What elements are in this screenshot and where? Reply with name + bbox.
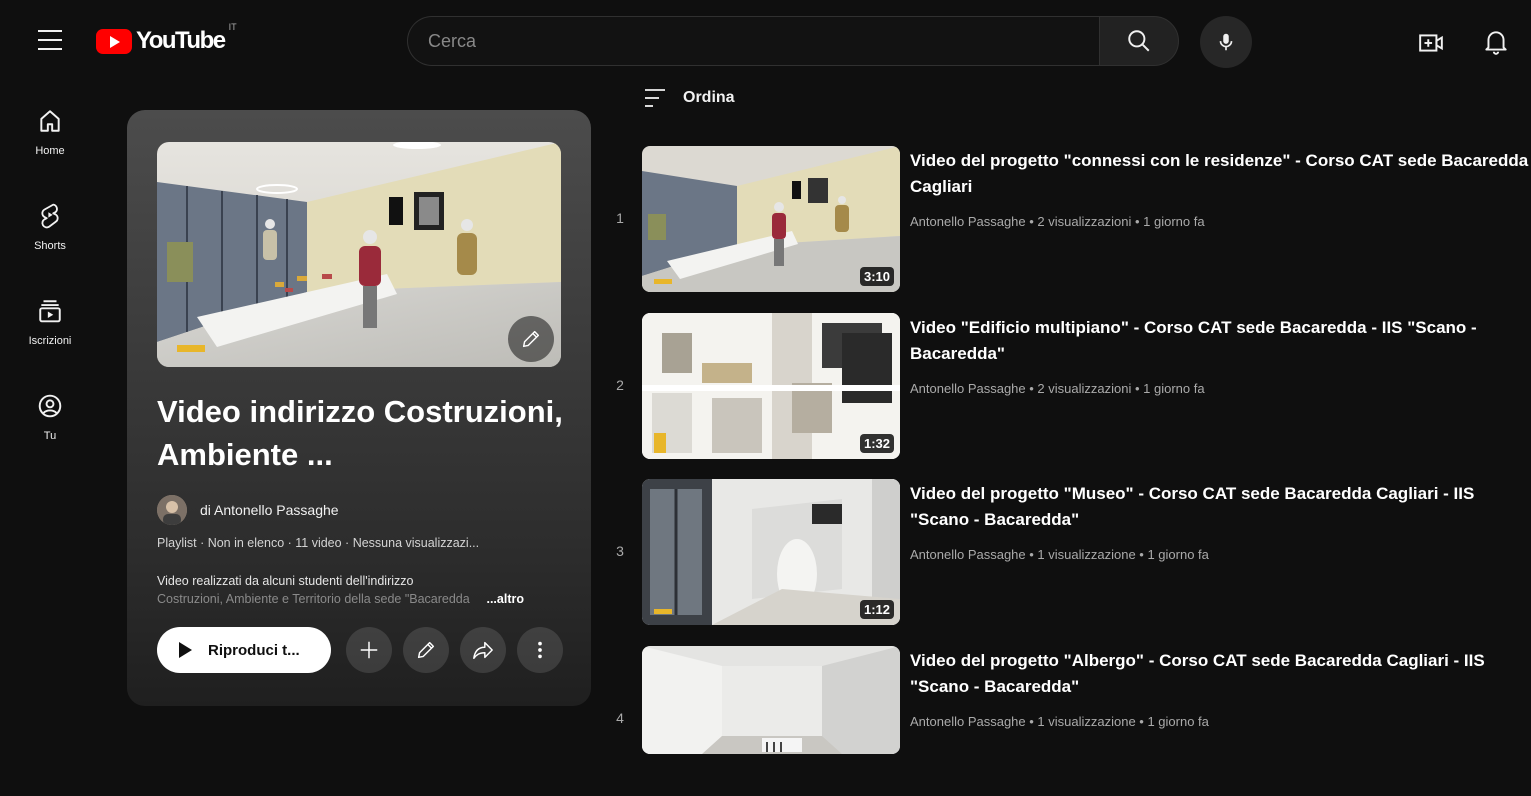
search-icon [1128,30,1150,52]
video-index: 2 [616,377,624,393]
plus-icon [360,641,378,659]
video-thumbnail-image [642,646,900,754]
subscriptions-icon [39,300,61,323]
video-title[interactable]: Video del progetto "connessi con le resi… [910,148,1531,200]
more-options-button[interactable] [517,627,563,673]
menu-icon[interactable] [38,30,62,50]
playlist-title: Video indirizzo Costruzioni, Ambiente ..… [157,394,563,472]
home-icon [40,110,60,132]
top-bar: YouTube IT [0,0,1531,86]
description-line: Costruzioni, Ambiente e Territorio della… [157,592,470,606]
sidebar-item-you[interactable]: Tu [0,393,100,442]
sidebar-item-home[interactable]: Home [0,108,100,157]
playlist-description[interactable]: Video realizzati da alcuni studenti dell… [157,572,562,608]
avatar [157,495,187,525]
youtube-play-logo-icon [96,28,132,54]
sidebar-item-label: Tu [43,430,57,442]
video-duration: 1:12 [859,600,894,619]
more-link[interactable]: ...altro [486,590,524,608]
play-all-button[interactable]: Riproduci t... [157,627,331,673]
video-index: 3 [616,543,624,559]
youtube-logo[interactable]: YouTube IT [96,22,237,55]
share-button[interactable] [460,627,506,673]
video-meta: Antonello Passaghe • 2 visualizzazioni •… [910,214,1205,229]
edit-playlist-button[interactable] [403,627,449,673]
logo-text: YouTube [136,27,226,54]
playlist-owner[interactable]: di Antonello Passaghe [157,495,339,525]
voice-search-button[interactable] [1200,16,1252,68]
playlist-video-row[interactable]: 3 1:12 Video del progetto "Museo" - Cors… [600,479,1531,629]
sidebar-item-shorts[interactable]: Shorts [0,203,100,252]
video-duration: 1:32 [859,434,894,453]
search-input[interactable] [407,16,1099,66]
search-button[interactable] [1099,16,1179,66]
video-thumbnail[interactable]: 3:10 [642,146,900,292]
playlist-thumbnail-image [157,142,561,367]
bell-icon [1485,31,1507,55]
sidebar-item-subscriptions[interactable]: Iscrizioni [0,298,100,347]
create-button[interactable] [1418,30,1444,56]
playlist-video-row[interactable]: 2 1:32 Video "Edificio multipiano" - Cor… [600,313,1531,463]
search-bar [407,16,1180,68]
add-videos-button[interactable] [346,627,392,673]
video-index: 1 [616,210,624,226]
microphone-icon [1219,33,1233,51]
sort-icon [645,89,665,107]
playlist-video-row[interactable]: 1 3:10 Video del progetto "connessi con … [600,146,1531,296]
play-icon [179,642,192,658]
playlist-video-row[interactable]: 4 Video del progetto "Albergo" - Corso C… [600,646,1531,796]
sidebar-item-label: Shorts [34,240,66,252]
notifications-button[interactable] [1483,28,1509,56]
sidebar-item-label: Home [35,145,65,157]
sort-label: Ordina [683,89,735,106]
you-icon [38,394,62,418]
video-thumbnail[interactable]: 1:32 [642,313,900,459]
sort-button[interactable]: Ordina [643,87,735,109]
video-meta: Antonello Passaghe • 2 visualizzazioni •… [910,381,1205,396]
video-meta: Antonello Passaghe • 1 visualizzazione •… [910,714,1209,729]
shorts-icon [41,203,59,229]
video-thumbnail[interactable] [642,646,900,754]
more-vertical-icon [538,641,542,659]
video-meta: Antonello Passaghe • 1 visualizzazione •… [910,547,1209,562]
play-all-label: Riproduci t... [208,641,300,659]
owner-name: di Antonello Passaghe [200,502,339,518]
video-title[interactable]: Video "Edificio multipiano" - Corso CAT … [910,315,1531,367]
playlist-meta: Playlist · Non in elenco · 11 video · Ne… [157,536,480,550]
create-video-icon [1419,34,1443,52]
pencil-icon [417,641,435,659]
video-duration: 3:10 [859,267,894,286]
playlist-header-card: Video indirizzo Costruzioni, Ambiente ..… [127,110,591,706]
video-index: 4 [616,710,624,726]
video-title[interactable]: Video del progetto "Albergo" - Corso CAT… [910,648,1531,700]
playlist-actions: Riproduci t... [157,627,563,673]
video-thumbnail[interactable]: 1:12 [642,479,900,625]
edit-thumbnail-button[interactable] [508,316,554,362]
share-icon [473,641,493,659]
country-code: IT [228,22,237,32]
pencil-icon [522,330,540,348]
sidebar-item-label: Iscrizioni [28,335,72,347]
playlist-thumbnail[interactable] [157,142,561,367]
video-title[interactable]: Video del progetto "Museo" - Corso CAT s… [910,481,1531,533]
description-line: Video realizzati da alcuni studenti dell… [157,574,414,588]
